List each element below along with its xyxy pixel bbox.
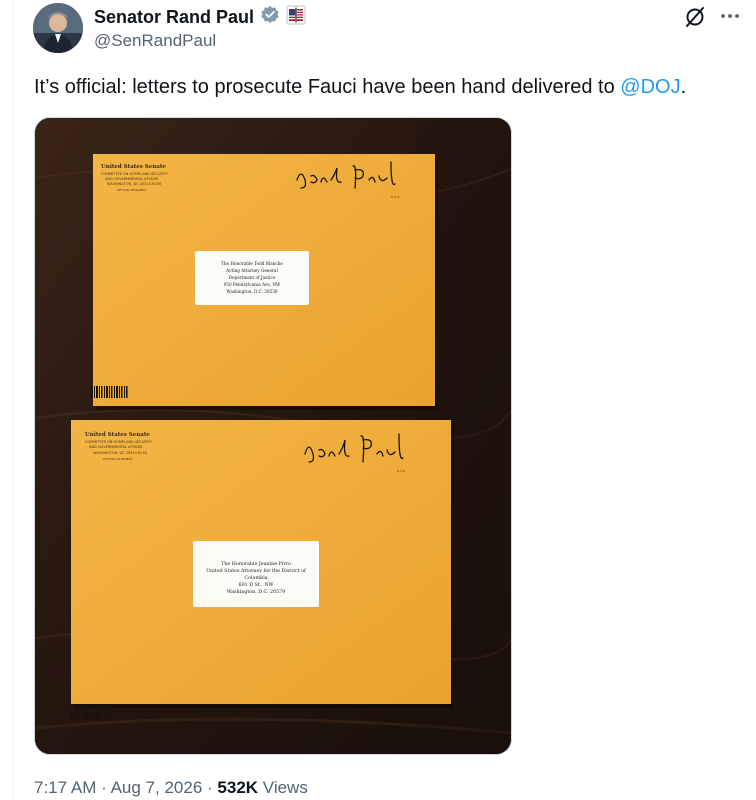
author-display-name[interactable]: Senator Rand Paul: [94, 7, 254, 28]
tweet-text-body: It’s official: letters to prosecute Fauc…: [34, 76, 621, 98]
meta-separator: ·: [101, 778, 107, 797]
envelope-2-address-line: The Honorable Jeanine Pirro: [221, 561, 291, 567]
envelope-1-sender-line: WASHINGTON, DC 20510-6250: [107, 182, 161, 186]
tweet-date[interactable]: Aug 7, 2026: [111, 778, 203, 797]
tweet-photo[interactable]: United States Senate COMMITTEE ON HOMELA…: [34, 117, 512, 755]
envelope-2-sender-line: AND GOVERNMENTAL AFFAIRS: [89, 445, 143, 449]
envelope-2-barcode: [71, 706, 113, 720]
envelope-1-sender-title: United States Senate: [101, 164, 166, 170]
envelope-1-address-line: The Honorable Todd Blanche: [221, 261, 283, 266]
envelope-2: United States Senate COMMITTEE ON HOMELA…: [71, 420, 454, 720]
envelope-1: United States Senate COMMITTEE ON HOMELA…: [91, 154, 438, 410]
envelope-1-address-line: Washington, D.C. 20530: [226, 289, 277, 294]
author-name-row: Senator Rand Paul: [94, 5, 306, 30]
envelope-2-address-line: Columbia: [244, 575, 267, 581]
meta-separator: ·: [207, 778, 213, 797]
tweet-time[interactable]: 7:17 AM: [34, 778, 96, 797]
tweet-text-end: .: [680, 76, 687, 98]
views-count[interactable]: 532K: [217, 778, 258, 797]
envelope-1-sender-line: OFFICIAL BUSINESS: [117, 188, 146, 192]
envelope-1-address-line: 950 Pennsylvania Ave, NW: [224, 282, 281, 287]
tweet-card: Senator Rand Paul @SenRandPaul It’s offi…: [12, 0, 756, 800]
tweet-text: It’s official: letters to prosecute Fauc…: [34, 74, 686, 100]
envelope-1-sender-line: COMMITTEE ON HOMELAND SECURITY: [101, 172, 169, 176]
us-senate-flag-icon[interactable]: [286, 5, 306, 30]
envelope-2-address-line: 601 D St., NW: [239, 582, 274, 588]
envelope-2-sender-line: OFFICIAL BUSINESS: [103, 457, 132, 461]
envelope-2-sender-line: COMMITTEE ON HOMELAND SECURITY: [85, 440, 153, 444]
svg-text:U.S.S.: U.S.S.: [397, 469, 406, 473]
svg-text:U.S.S.: U.S.S.: [391, 195, 400, 199]
envelope-2-address-line: Washington, D.C. 20579: [227, 589, 286, 595]
envelope-1-address-line: Acting Attorney General: [225, 268, 278, 273]
envelope-1-address-line: Department of Justice: [229, 275, 276, 280]
avatar[interactable]: [33, 3, 83, 53]
envelope-2-address-line: United States Attorney for the District …: [206, 568, 307, 574]
author-handle[interactable]: @SenRandPaul: [94, 31, 216, 51]
envelopes-photo: United States Senate COMMITTEE ON HOMELA…: [35, 118, 511, 754]
envelope-1-sender-line: AND GOVERNMENTAL AFFAIRS: [105, 177, 159, 181]
mention-link[interactable]: @DOJ: [620, 76, 680, 98]
views-label: Views: [262, 778, 308, 797]
verified-badge-icon[interactable]: [260, 5, 280, 30]
tweet-meta: 7:17 AM · Aug 7, 2026 · 532K Views: [34, 778, 308, 798]
envelope-2-sender-title: United States Senate: [85, 432, 150, 438]
envelope-1-barcode: [91, 386, 128, 398]
envelope-2-sender-line: WASHINGTON, DC 20510-6250: [93, 451, 147, 455]
